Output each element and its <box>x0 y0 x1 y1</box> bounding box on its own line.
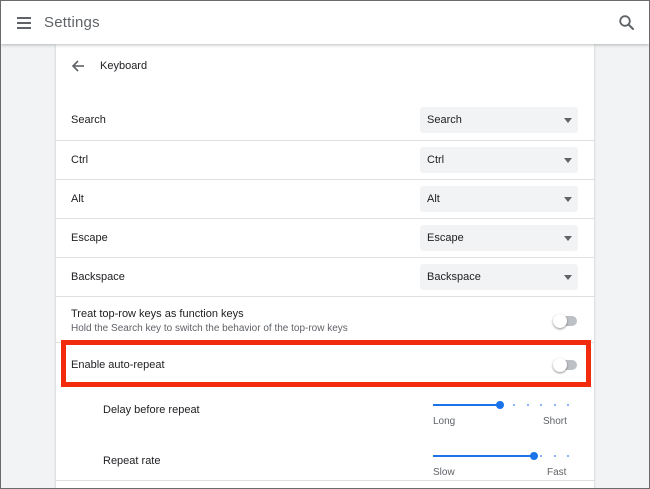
repeat-rate-label: Repeat rate <box>103 455 161 467</box>
function-keys-row: Treat top-row keys as function keys Hold… <box>56 296 594 342</box>
remap-row-alt: Alt Alt <box>56 179 594 218</box>
arrow-back-icon[interactable] <box>69 57 89 77</box>
slider-tick <box>540 455 542 457</box>
divider <box>56 480 594 481</box>
slider-track-active <box>433 455 534 457</box>
dropdown-arrow-icon <box>564 197 572 202</box>
slider-tick <box>567 404 569 406</box>
remap-select-escape[interactable]: Escape <box>420 225 578 251</box>
auto-repeat-row: Enable auto-repeat <box>56 342 594 388</box>
slider-tick <box>554 455 556 457</box>
function-keys-toggle[interactable] <box>553 314 577 328</box>
remap-label: Backspace <box>71 271 125 283</box>
slider-track-active <box>433 404 500 406</box>
toggle-knob <box>553 314 567 328</box>
subpage-title: Keyboard <box>100 60 148 72</box>
select-value: Escape <box>427 232 464 244</box>
delay-max-label: Short <box>543 416 567 427</box>
remap-row-escape: Escape Escape <box>56 218 594 257</box>
dropdown-arrow-icon <box>564 158 572 163</box>
slider-knob[interactable] <box>496 401 504 409</box>
slider-knob[interactable] <box>530 452 538 460</box>
toggle-knob <box>553 358 567 372</box>
select-value: Backspace <box>427 271 481 283</box>
select-value: Search <box>427 114 462 126</box>
function-keys-description: Hold the Search key to switch the behavi… <box>71 323 348 334</box>
remap-row-ctrl: Ctrl Ctrl <box>56 140 594 179</box>
remap-select-search[interactable]: Search <box>420 107 578 133</box>
dropdown-arrow-icon <box>564 275 572 280</box>
auto-repeat-label: Enable auto-repeat <box>71 359 165 371</box>
delay-label: Delay before repeat <box>103 404 200 416</box>
slider-tick <box>554 404 556 406</box>
function-keys-label: Treat top-row keys as function keys <box>71 308 244 320</box>
remap-label: Escape <box>71 232 108 244</box>
repeat-rate-max-label: Fast <box>547 467 567 478</box>
repeat-rate-slider[interactable] <box>433 449 573 463</box>
remap-row-search: Search Search <box>56 101 594 140</box>
keyboard-settings-card: Keyboard Search Search Ctrl Ctrl Alt Alt… <box>56 44 594 489</box>
delay-min-label: Long <box>433 416 456 427</box>
select-value: Alt <box>427 193 440 205</box>
remap-select-alt[interactable]: Alt <box>420 186 578 212</box>
slider-tick <box>513 404 515 406</box>
select-value: Ctrl <box>427 154 445 166</box>
delay-slider[interactable] <box>433 398 573 412</box>
repeat-rate-min-label: Slow <box>433 467 455 478</box>
remap-label: Search <box>71 114 106 126</box>
remap-label: Ctrl <box>71 154 89 166</box>
menu-icon[interactable] <box>15 13 35 33</box>
slider-tick <box>540 404 542 406</box>
dropdown-arrow-icon <box>564 236 572 241</box>
auto-repeat-toggle[interactable] <box>553 358 577 372</box>
search-icon[interactable] <box>617 13 637 33</box>
remap-select-backspace[interactable]: Backspace <box>420 264 578 290</box>
remap-label: Alt <box>71 193 84 205</box>
page-title: Settings <box>44 14 100 31</box>
dropdown-arrow-icon <box>564 118 572 123</box>
remap-row-backspace: Backspace Backspace <box>56 257 594 296</box>
slider-tick <box>567 455 569 457</box>
remap-select-ctrl[interactable]: Ctrl <box>420 147 578 173</box>
app-header: Settings <box>1 1 649 44</box>
slider-tick <box>527 404 529 406</box>
